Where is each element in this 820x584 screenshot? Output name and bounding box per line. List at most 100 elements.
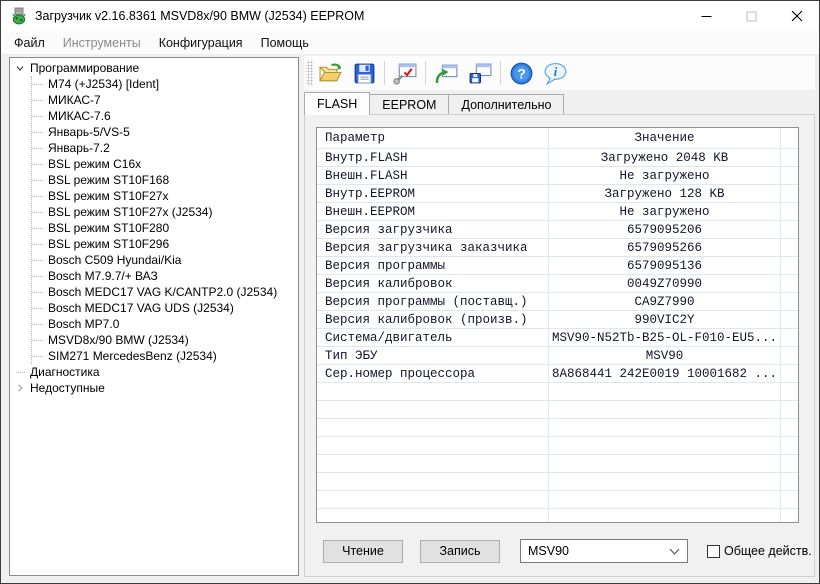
combobox-value: MSV90: [528, 544, 569, 558]
cell-parameter: [317, 509, 549, 522]
table-empty-row: [317, 437, 798, 455]
table-empty-row: [317, 401, 798, 419]
tree-item[interactable]: Bosch MEDC17 VAG UDS (J2534): [32, 300, 298, 316]
table-row: Тип ЭБУ MSV90: [317, 347, 798, 365]
flash-tab-page: Параметр Значение Внутр.FLASH Загружено 204…: [304, 114, 815, 577]
cell-parameter: Версия калибровок (произв.): [317, 311, 549, 329]
table-empty-row: [317, 473, 798, 491]
tree-node-Недоступные[interactable]: Недоступные: [10, 380, 298, 396]
cell-value: 8A868441 242E0019 10001682 ...: [549, 365, 781, 383]
toolbar-separator: [384, 61, 385, 85]
tree-item[interactable]: Bosch M7.9.7/+ ВАЗ: [32, 268, 298, 284]
cell-parameter: Тип ЭБУ: [317, 347, 549, 365]
tree-item[interactable]: BSL режим ST10F296: [32, 236, 298, 252]
minimize-icon: [701, 15, 712, 17]
tree-node-Программирование[interactable]: Программирование: [10, 60, 298, 76]
tree-item[interactable]: BSL режим C16x: [32, 156, 298, 172]
cell-value: CA9Z7990: [549, 293, 781, 311]
cell-parameter: [317, 491, 549, 509]
cell-spare: [781, 167, 798, 185]
cell-spare: [781, 257, 798, 275]
tree-item[interactable]: Bosch MEDC17 VAG K/CANTP2.0 (J2534): [32, 284, 298, 300]
tree-item-label: BSL режим ST10F168: [48, 173, 170, 187]
tree-item-label: Bosch MEDC17 VAG UDS (J2534): [48, 301, 234, 315]
cell-spare: [781, 293, 798, 311]
tree-node-label: Программирование: [30, 61, 140, 75]
tree-item-label: BSL режим ST10F280: [48, 221, 170, 235]
tree-item[interactable]: M74 (+J2534) [Ident]: [32, 76, 298, 92]
about-button[interactable]: i: [538, 58, 572, 88]
menu-item-help[interactable]: Помощь: [252, 33, 318, 53]
tab-flash[interactable]: FLASH: [304, 92, 371, 115]
menu-item-configuration[interactable]: Конфигурация: [150, 33, 252, 53]
toolbar-gripper[interactable]: [306, 60, 313, 86]
tree-item[interactable]: BSL режим ST10F27x: [32, 188, 298, 204]
tree-item[interactable]: BSL режим ST10F27x (J2534): [32, 204, 298, 220]
cell-parameter: Внутр.FLASH: [317, 149, 549, 167]
table-row: Версия загрузчика заказчика 6579095266: [317, 239, 798, 257]
table-row: Внешн.EEPROM Не загружено: [317, 203, 798, 221]
tree-item[interactable]: BSL режим ST10F168: [32, 172, 298, 188]
tab-eeprom[interactable]: EEPROM: [369, 94, 450, 115]
svg-text:i: i: [553, 65, 557, 79]
tree-item[interactable]: MSVD8x/90 BMW (J2534): [32, 332, 298, 348]
chevron-expanded-icon: [16, 66, 24, 71]
read-button[interactable]: Чтение: [323, 539, 403, 563]
tree-node-Диагностика[interactable]: Диагностика: [10, 364, 298, 380]
footer-controls: Чтение Запись MSV90 Общее действ.: [305, 539, 814, 563]
tree-item[interactable]: МИКАС-7.6: [32, 108, 298, 124]
title-bar: Загрузчик v2.16.8361 MSVD8x/90 BMW (J253…: [1, 1, 819, 31]
tree-item[interactable]: Bosch C509 Hyundai/Kia: [32, 252, 298, 268]
cell-value: MSV90-N52Tb-B25-OL-F010-EU5...: [549, 329, 781, 347]
menu-item-file[interactable]: Файл: [5, 33, 54, 53]
cell-value: [549, 401, 781, 419]
cell-value: 0049Z70990: [549, 275, 781, 293]
tab-дополнительно[interactable]: Дополнительно: [448, 94, 565, 115]
tree-item[interactable]: SIM271 MercedesBenz (J2534): [32, 348, 298, 364]
open-file-button[interactable]: [313, 58, 347, 88]
menu-bar: Файл Инструменты Конфигурация Помощь: [1, 31, 819, 54]
cell-value: 990VIC2Y: [549, 311, 781, 329]
table-row: Версия программы 6579095136: [317, 257, 798, 275]
cell-spare: [781, 473, 798, 491]
table-empty-row: [317, 419, 798, 437]
write-to-ecu-button[interactable]: [463, 58, 497, 88]
tree-item-label: BSL режим C16x: [48, 157, 142, 171]
write-button[interactable]: Запись: [420, 539, 500, 563]
close-icon: [791, 10, 802, 22]
cell-value: Загружено 2048 KB: [549, 149, 781, 167]
app-icon: [12, 7, 26, 25]
save-file-button[interactable]: [347, 58, 381, 88]
save-floppy-icon: [354, 63, 374, 83]
window-title: Загрузчик v2.16.8361 MSVD8x/90 BMW (J253…: [35, 9, 365, 23]
parameter-table: Параметр Значение Внутр.FLASH Загружено 204…: [316, 127, 799, 523]
maximize-button[interactable]: [729, 1, 774, 31]
open-folder-icon: [318, 63, 342, 81]
cell-parameter: [317, 455, 549, 473]
menu-item-tools[interactable]: Инструменты: [54, 33, 150, 53]
header-spare: [781, 128, 798, 149]
table-empty-row: [317, 383, 798, 401]
read-from-ecu-button[interactable]: [429, 58, 463, 88]
tree-item[interactable]: BSL режим ST10F280: [32, 220, 298, 236]
toolbar-separator: [500, 61, 501, 85]
close-button[interactable]: [774, 1, 819, 31]
verify-settings-button[interactable]: [388, 58, 422, 88]
cell-value: [549, 455, 781, 473]
cell-spare: [781, 491, 798, 509]
ecu-type-combobox[interactable]: MSV90: [520, 539, 688, 563]
tree-item[interactable]: МИКАС-7: [32, 92, 298, 108]
tree-item[interactable]: Bosch MP7.0: [32, 316, 298, 332]
tree-item-label: Bosch MP7.0: [48, 317, 120, 331]
table-row: Версия калибровок 0049Z70990: [317, 275, 798, 293]
header-value: Значение: [549, 128, 781, 149]
help-button[interactable]: ?: [504, 58, 538, 88]
cell-spare: [781, 437, 798, 455]
cell-parameter: Версия программы: [317, 257, 549, 275]
tree-item[interactable]: Январь-7.2: [32, 140, 298, 156]
cell-parameter: Сер.номер процессора: [317, 365, 549, 383]
common-action-checkbox[interactable]: [707, 544, 720, 558]
app-window: Загрузчик v2.16.8361 MSVD8x/90 BMW (J253…: [0, 0, 820, 584]
minimize-button[interactable]: [684, 1, 729, 31]
tree-item[interactable]: Январь-5/VS-5: [32, 124, 298, 140]
